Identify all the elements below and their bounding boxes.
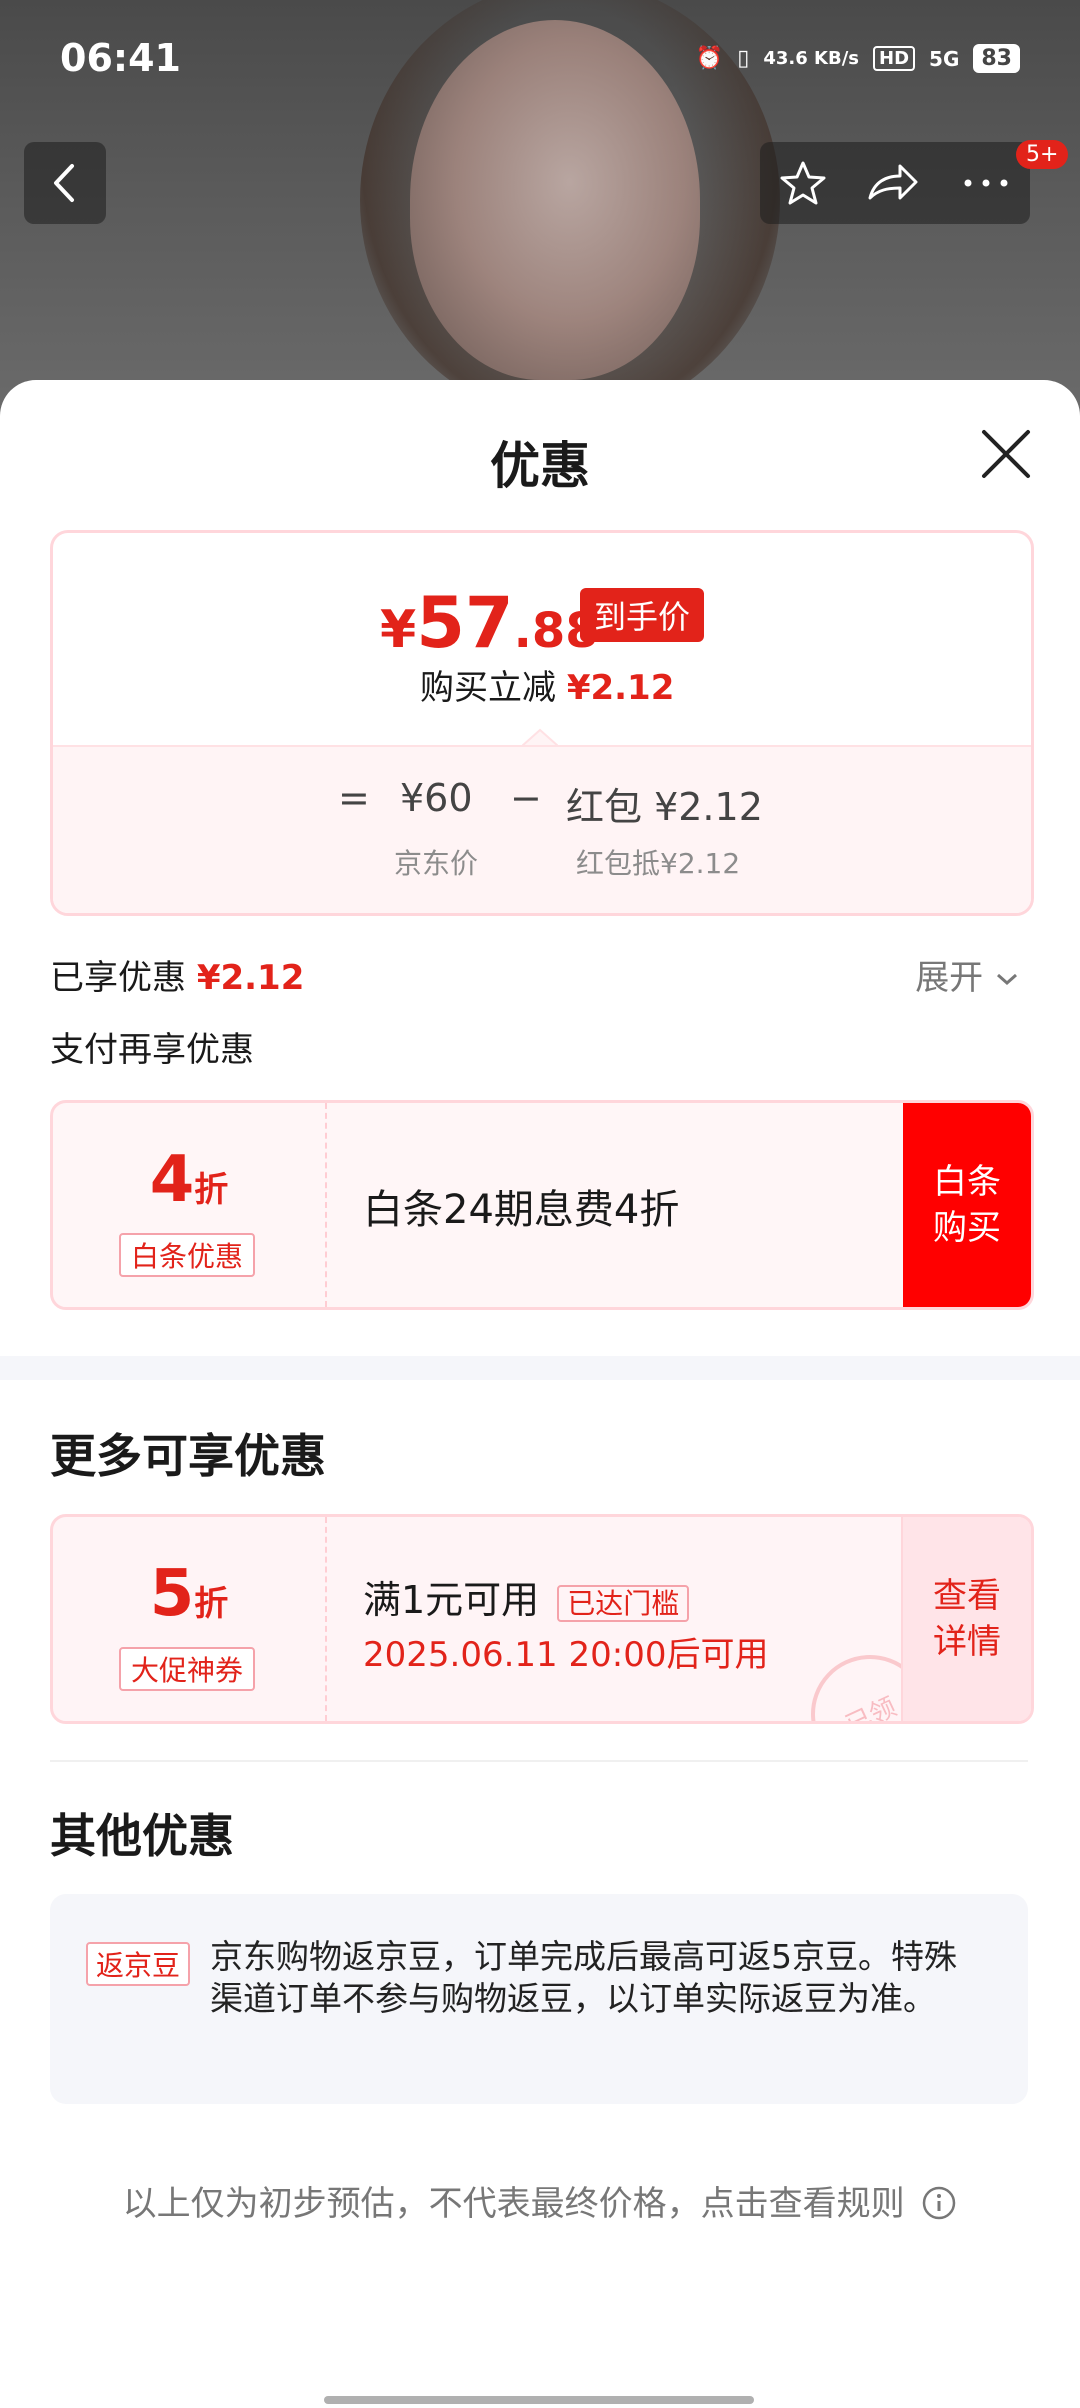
jd-price: ¥60 (400, 776, 473, 820)
final-price-tag: 到手价 (580, 588, 705, 642)
battery-icon: 83 (973, 44, 1020, 73)
chevron-left-icon (54, 164, 74, 202)
star-icon[interactable] (778, 158, 828, 208)
jingdou-desc: 京东购物返京豆，订单完成后最高可返5京豆。特殊渠道订单不参与购物返豆，以订单实际… (210, 1937, 957, 2018)
pay-more-label: 支付再享优惠 (50, 1030, 254, 1070)
thin-divider (50, 1760, 1028, 1762)
baitiao-coupon[interactable]: 4折 白条优惠 白条24期息费4折 白条 购买 (50, 1100, 1034, 1310)
vibrate-icon: ▯ (737, 46, 750, 71)
jingdou-tag: 返京豆 (86, 1942, 191, 1986)
close-icon[interactable] (980, 428, 1032, 480)
hd-icon: HD (873, 46, 916, 71)
status-bar: 06:41 ⏰ ▯ 43.6 KB/s HD 5G 83 (60, 36, 1020, 86)
threshold-tag: 已达门槛 (557, 1585, 690, 1622)
jd-price-caption: 京东价 (394, 847, 479, 880)
minus-sign: − (510, 776, 542, 820)
chevron-down-icon (997, 973, 1017, 986)
signal-icon: 5G (929, 46, 960, 71)
coupon-type-label: 大促神券 (119, 1647, 256, 1691)
price-formula-area (53, 745, 1031, 913)
jingdou-card: 返京豆 京东购物返京豆，订单完成后最高可返5京豆。特殊渠道订单不参与购物返豆，以… (50, 1894, 1028, 2104)
status-icons: ⏰ ▯ 43.6 KB/s HD 5G 83 (696, 44, 1020, 73)
enjoyed-discount: 已享优惠 ¥2.12 (50, 958, 305, 998)
alarm-icon: ⏰ (695, 46, 724, 71)
top-actions (760, 142, 1030, 224)
coupon-type-label: 白条优惠 (119, 1233, 256, 1277)
back-button[interactable] (24, 142, 106, 224)
info-icon (923, 2186, 956, 2220)
coupon-desc: 白条24期息费4折 (363, 1187, 680, 1233)
equals-sign: = (338, 776, 370, 820)
home-indicator (324, 2396, 754, 2404)
coupon-condition: 满1元可用 已达门槛 (363, 1569, 690, 1624)
final-price: ¥57.88 (380, 582, 599, 664)
coupon-discount: 4折 (149, 1143, 229, 1217)
more-icon[interactable] (958, 158, 1014, 208)
status-time: 06:41 (60, 36, 181, 80)
promo-coupon[interactable]: 5折 大促神券 满1元可用 已达门槛 2025.06.11 20:00后可用 已… (50, 1514, 1034, 1724)
instant-reduction: 购买立减 ¥2.12 (420, 668, 675, 708)
rules-footer[interactable]: 以上仅为初步预估，不代表最终价格，点击查看规则 (0, 2176, 1080, 2225)
redpack-caption: 红包抵¥2.12 (576, 847, 741, 880)
other-discounts-title: 其他优惠 (50, 1809, 234, 1863)
pointer-triangle (522, 728, 558, 746)
redpack-amount: 红包 ¥2.12 (566, 785, 763, 829)
share-icon[interactable] (864, 158, 920, 208)
coupon-discount: 5折 (149, 1557, 229, 1631)
expand-button[interactable]: 展开 (915, 950, 1020, 999)
coupon-valid-time: 2025.06.11 20:00后可用 (363, 1635, 769, 1675)
baitiao-buy-button[interactable]: 白条 购买 (903, 1103, 1031, 1307)
section-divider (0, 1356, 1080, 1380)
view-details-button[interactable]: 查看 详情 (901, 1517, 1031, 1721)
net-speed: 43.6 KB/s (763, 48, 860, 69)
message-badge: 5+ (1016, 140, 1069, 169)
sheet-title: 优惠 (490, 437, 590, 495)
more-discounts-title: 更多可享优惠 (50, 1429, 326, 1483)
